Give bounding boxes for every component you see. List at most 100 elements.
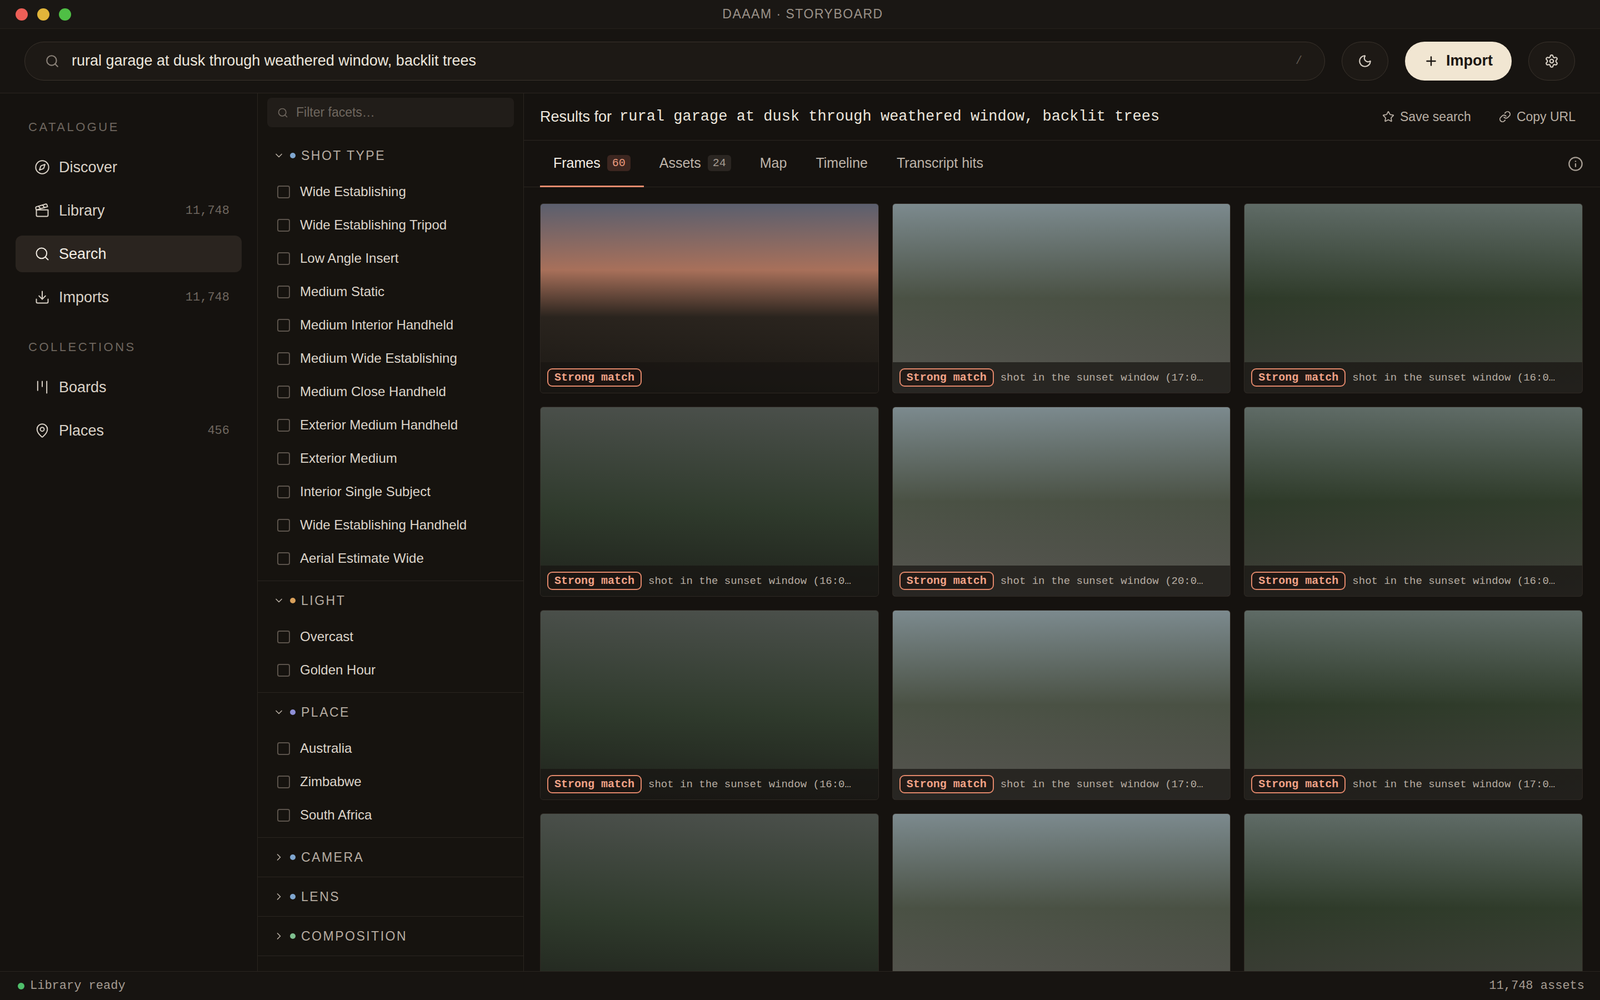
frame-card[interactable]: Strong matchshot in the sunset window (1… [1243, 406, 1583, 597]
checkbox[interactable] [277, 318, 290, 332]
asset-count: 11,748 assets [1488, 978, 1585, 993]
facet-group-header[interactable]: LIGHT [257, 585, 524, 616]
checkbox[interactable] [277, 775, 290, 789]
sidebar-item[interactable]: Places456 [15, 412, 242, 449]
settings-button[interactable] [1528, 41, 1575, 81]
facet-option-label: Wide Establishing Handheld [300, 517, 467, 533]
checkbox[interactable] [277, 518, 290, 532]
facet-option[interactable]: Aerial Estimate Wide [257, 541, 524, 575]
checkbox[interactable] [277, 218, 290, 232]
facet-option[interactable]: Australia [257, 731, 524, 765]
frame-card[interactable] [892, 813, 1232, 972]
facet-group: PLACEAustraliaZimbabweSouth Africa [257, 692, 524, 838]
sidebar: CATALOGUEDiscoverLibrary11,748SearchImpo… [0, 93, 258, 972]
frame-card[interactable]: Strong matchshot in the sunset window (2… [892, 406, 1232, 597]
tab[interactable]: Timeline [802, 140, 882, 188]
tab[interactable]: Map [746, 140, 801, 188]
sidebar-section-label: COLLECTIONS [15, 337, 242, 357]
checkbox[interactable] [277, 742, 290, 755]
checkbox[interactable] [277, 452, 290, 465]
sidebar-section: Discover Library11,748 Search Imports11,748 [15, 148, 242, 316]
facet-option-label: Exterior Medium Handheld [300, 417, 458, 433]
checkbox[interactable] [277, 552, 290, 565]
checkbox[interactable] [277, 630, 290, 644]
frame-caption: Strong matchshot in the sunset window (2… [892, 565, 1231, 597]
facet-option[interactable]: Medium Static [257, 275, 524, 309]
save-search-button[interactable]: Save search [1377, 109, 1476, 125]
match-badge: Strong match [1251, 775, 1346, 794]
title-bar: DAAAM · STORYBOARD [0, 0, 1600, 29]
facet-option[interactable]: Medium Close Handheld [257, 375, 524, 409]
zoom-button[interactable] [58, 8, 72, 21]
checkbox[interactable] [277, 485, 290, 499]
tab[interactable]: Frames60 [540, 140, 644, 188]
frame-card[interactable]: Strong match [540, 203, 879, 394]
facet-group-header[interactable]: SHOT TYPE [257, 140, 524, 171]
frame-caption-text: shot in the sunset window (16:0… [648, 575, 852, 588]
facet-group-header[interactable]: LENS [257, 881, 524, 912]
facet-option[interactable]: Overcast [257, 620, 524, 654]
facet-option[interactable]: Interior Single Subject [257, 475, 524, 509]
search-field[interactable]: rural garage at dusk through weathered w… [24, 41, 1325, 81]
match-badge: Strong match [1251, 571, 1346, 590]
tab[interactable]: Transcript hits [883, 140, 997, 188]
checkbox[interactable] [277, 385, 290, 399]
checkbox[interactable] [277, 252, 290, 265]
tab-count: 60 [607, 155, 631, 172]
facet-group: CAMERA [257, 837, 524, 878]
facet-group-header[interactable]: COMPOSITION [257, 921, 524, 952]
facet-option[interactable]: Zimbabwe [257, 765, 524, 799]
sidebar-item[interactable]: Discover [15, 148, 242, 186]
copy-url-button[interactable]: Copy URL [1494, 109, 1580, 125]
sidebar-item[interactable]: Imports11,748 [15, 278, 242, 316]
facet-option[interactable]: Wide Establishing Handheld [257, 508, 524, 542]
frame-grid: Strong matchStrong matchshot in the suns… [523, 187, 1600, 972]
checkbox[interactable] [277, 808, 290, 822]
search-query[interactable]: rural garage at dusk through weathered w… [71, 52, 1284, 70]
checkbox[interactable] [277, 185, 290, 199]
minimize-button[interactable] [37, 8, 50, 21]
facet-option[interactable]: Medium Interior Handheld [257, 308, 524, 342]
checkbox[interactable] [277, 663, 290, 677]
close-button[interactable] [15, 8, 28, 21]
star-icon [1382, 110, 1395, 123]
info-button[interactable] [1567, 140, 1584, 187]
match-badge: Strong match [899, 775, 994, 794]
chevron-down-icon [273, 706, 285, 718]
body: CATALOGUEDiscoverLibrary11,748SearchImpo… [0, 93, 1600, 972]
facet-option[interactable]: Wide Establishing Tripod [257, 208, 524, 242]
frame-card[interactable]: Strong matchshot in the sunset window (1… [540, 406, 879, 597]
facet-option-label: Medium Close Handheld [300, 383, 447, 400]
tab[interactable]: Assets24 [646, 140, 745, 188]
frame-caption: Strong matchshot in the sunset window (1… [1244, 768, 1583, 800]
facet-option[interactable]: Exterior Medium Handheld [257, 408, 524, 442]
import-button[interactable]: Import [1405, 41, 1512, 81]
checkbox[interactable] [277, 352, 290, 365]
sidebar-item[interactable]: Search [15, 235, 242, 273]
frame-card[interactable]: Strong matchshot in the sunset window (1… [892, 203, 1232, 394]
frame-card[interactable]: Strong matchshot in the sunset window (1… [540, 610, 879, 800]
facet-option[interactable]: Wide Establishing [257, 175, 524, 209]
frame-card[interactable]: Strong matchshot in the sunset window (1… [892, 610, 1232, 800]
facet-option[interactable]: Low Angle Insert [257, 241, 524, 275]
facet-group-header[interactable]: CAMERA [257, 842, 524, 873]
checkbox[interactable] [277, 285, 290, 299]
theme-button[interactable] [1341, 41, 1389, 81]
facet-option[interactable]: Exterior Medium [257, 441, 524, 475]
window-title: DAAAM · STORYBOARD [71, 6, 1535, 22]
facet-group-header[interactable]: PLACE [257, 697, 524, 728]
facet-filter[interactable]: Filter facets… [267, 97, 514, 128]
frame-card[interactable]: Strong matchshot in the sunset window (1… [1243, 610, 1583, 800]
facet-option[interactable]: Medium Wide Establishing [257, 341, 524, 375]
frame-card[interactable] [1243, 813, 1583, 972]
facet-group-label: SHOT TYPE [301, 148, 386, 164]
facet-panel: Filter facets… SHOT TYPE Wide Establishing… [257, 93, 524, 972]
facet-option[interactable]: South Africa [257, 798, 524, 832]
sidebar-item[interactable]: Boards [15, 368, 242, 406]
frame-card[interactable] [540, 813, 879, 972]
frame-caption: Strong matchshot in the sunset window (1… [540, 768, 879, 800]
facet-option[interactable]: Golden Hour [257, 653, 524, 687]
frame-card[interactable]: Strong matchshot in the sunset window (1… [1243, 203, 1583, 394]
sidebar-item[interactable]: Library11,748 [15, 192, 242, 229]
checkbox[interactable] [277, 418, 290, 432]
